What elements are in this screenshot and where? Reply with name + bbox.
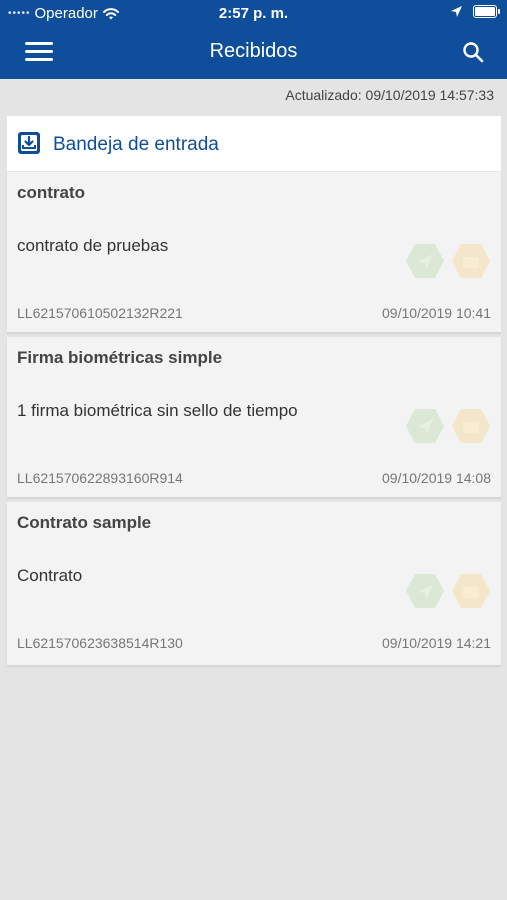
page-title: Recibidos — [209, 40, 298, 62]
last-updated-text: Actualizado: 09/10/2019 14:57:33 — [285, 87, 494, 103]
document-title: Firma biométricas simple — [17, 348, 223, 367]
document-code: LL621570623638514R130 — [17, 635, 183, 651]
send-hex-icon — [406, 409, 444, 443]
top-bar: ••••• Operador 2:57 p. m. Recibidos — [0, 0, 507, 79]
document-date: 09/10/2019 14:21 — [382, 635, 491, 651]
pending-hex-icon — [452, 409, 490, 443]
status-right — [450, 5, 500, 18]
document-card[interactable]: Contrato sample Contrato LL6215706236385… — [7, 502, 501, 666]
document-title: Contrato sample — [17, 513, 152, 532]
document-description: Contrato — [17, 566, 83, 585]
navigation-bar: Recibidos — [0, 30, 507, 76]
pending-hex-icon — [452, 574, 490, 608]
inbox-title: Bandeja de entrada — [53, 134, 219, 155]
pending-hex-icon — [452, 244, 490, 278]
search-icon — [463, 42, 484, 63]
inbox-header[interactable]: Bandeja de entrada — [7, 116, 501, 171]
status-time: 2:57 p. m. — [218, 5, 289, 22]
document-code: LL621570610502132R221 — [17, 305, 183, 321]
document-date: 09/10/2019 14:08 — [382, 470, 491, 486]
document-card[interactable]: Firma biométricas simple 1 firma biométr… — [7, 337, 501, 498]
battery-icon — [473, 5, 500, 18]
document-card[interactable]: contrato contrato de pruebas LL621570610… — [7, 172, 501, 333]
document-title: contrato — [17, 183, 85, 202]
search-button[interactable] — [461, 40, 485, 64]
document-date: 09/10/2019 10:41 — [382, 305, 491, 321]
status-bar: ••••• Operador 2:57 p. m. — [0, 0, 507, 26]
document-description: contrato de pruebas — [17, 236, 169, 255]
location-arrow-icon — [451, 6, 462, 17]
document-code: LL621570622893160R914 — [17, 470, 183, 486]
send-hex-icon — [406, 574, 444, 608]
inbox-download-icon — [18, 132, 40, 154]
send-hex-icon — [406, 244, 444, 278]
document-description: 1 firma biométrica sin sello de tiempo — [17, 401, 298, 420]
